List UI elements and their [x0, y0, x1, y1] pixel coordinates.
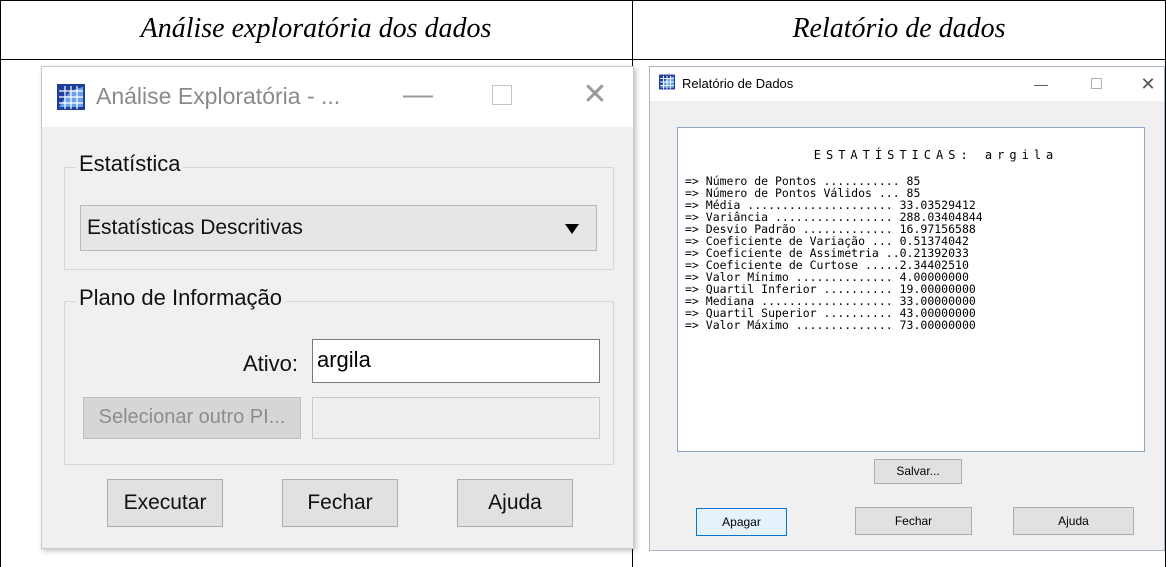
plano-informacao-group — [64, 301, 614, 465]
ativo-label: Ativo: — [243, 351, 299, 376]
select-other-pi-button[interactable]: Selecionar outro PI... — [83, 397, 301, 439]
window-title: Análise Exploratória - ... — [96, 83, 341, 109]
table-left-border — [0, 0, 1, 567]
report-lines: => Número de Pontos ........... 85 => Nú… — [685, 175, 983, 331]
maximize-button[interactable] — [492, 85, 512, 105]
report-line: => Valor Máximo .............. 73.000000… — [685, 318, 976, 332]
ativo-field[interactable]: argila — [312, 339, 600, 383]
caption-left: Análise exploratória dos dados — [140, 13, 492, 44]
ajuda-button[interactable]: Ajuda — [457, 479, 573, 527]
estatistica-select[interactable]: Estatísticas Descritivas — [80, 205, 597, 251]
close-button[interactable]: ✕ — [1136, 69, 1160, 99]
select-other-pi-field — [312, 397, 600, 439]
table-header-divider — [0, 59, 1166, 60]
minimize-button[interactable]: — — [1026, 69, 1056, 99]
app-grid-icon — [57, 84, 85, 110]
window-title: Relatório de Dados — [682, 76, 794, 91]
fechar-button[interactable]: Fechar — [855, 507, 972, 535]
title-bar: Relatório de Dados — ✕ — [650, 67, 1164, 101]
table-top-border — [0, 0, 1166, 1]
title-bar: Análise Exploratória - ... — ✕ — [42, 67, 633, 127]
apagar-button[interactable]: Apagar — [696, 508, 787, 536]
close-button[interactable]: ✕ — [572, 75, 618, 115]
chevron-down-icon — [565, 224, 579, 234]
estatistica-group-label: Estatística — [76, 151, 184, 177]
executar-button[interactable]: Executar — [107, 479, 223, 527]
salvar-button[interactable]: Salvar... — [874, 459, 962, 484]
plano-informacao-group-label: Plano de Informação — [76, 285, 286, 311]
app-grid-icon — [659, 74, 675, 90]
report-heading: ESTATÍSTICAS: argila — [813, 148, 1059, 162]
fechar-button[interactable]: Fechar — [282, 479, 398, 527]
caption-right: Relatório de dados — [792, 13, 1006, 44]
relatorio-dados-dialog: Relatório de Dados — ✕ ESTATÍSTICAS: arg… — [649, 66, 1165, 551]
ajuda-button[interactable]: Ajuda — [1013, 507, 1134, 535]
maximize-button[interactable] — [1091, 78, 1102, 89]
estatistica-selected-value: Estatísticas Descritivas — [87, 216, 303, 239]
minimize-button[interactable]: — — [394, 75, 442, 115]
analise-exploratoria-dialog: Análise Exploratória - ... — ✕ Estatísti… — [41, 66, 634, 549]
report-text-area[interactable]: ESTATÍSTICAS: argila => Número de Pontos… — [677, 127, 1145, 452]
